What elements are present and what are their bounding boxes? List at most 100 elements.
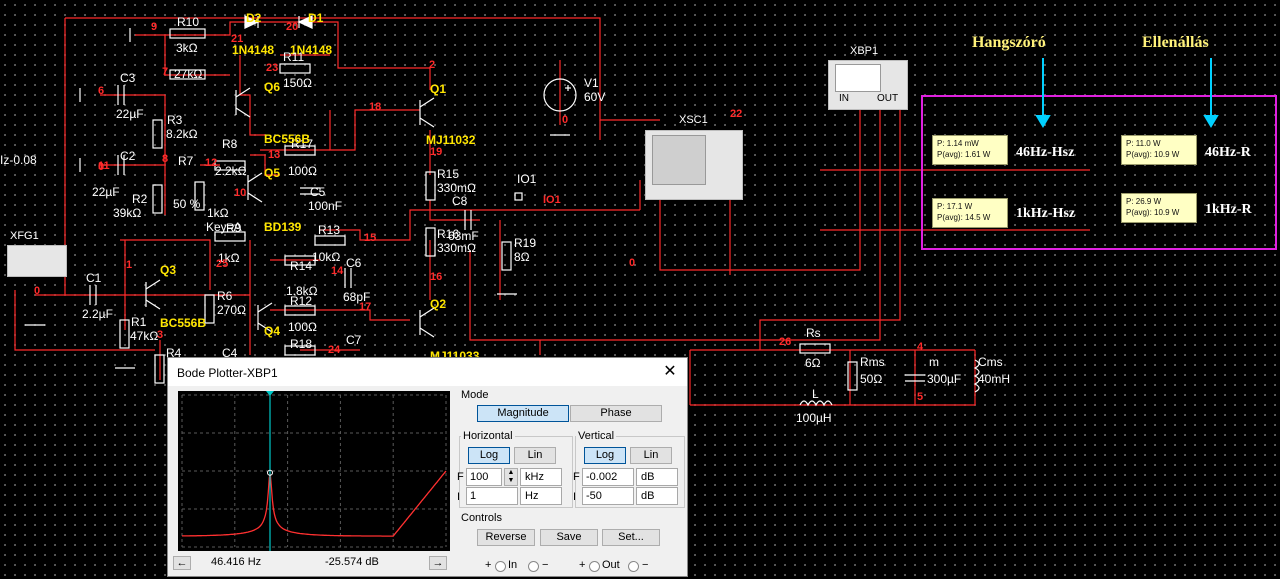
annotation-hangszoro: Hangszóró xyxy=(972,34,1046,51)
resistor-R3[interactable] xyxy=(152,119,163,149)
label-D1: D1 xyxy=(308,11,324,25)
label-Cms: Cms xyxy=(978,355,1003,369)
net-1: 1 xyxy=(126,259,133,271)
in-label: In xyxy=(508,559,518,571)
probe-46hz-r[interactable]: P: 11.0 W P(avg): 10.9 W xyxy=(1121,135,1197,165)
label-C6: C6 xyxy=(346,256,362,270)
label-C2: C2 xyxy=(120,149,136,163)
function-generator-XFG1[interactable] xyxy=(7,245,67,277)
controls-label: Controls xyxy=(461,512,502,524)
resistor-Rs[interactable] xyxy=(799,343,831,354)
resistor-R19[interactable] xyxy=(501,241,512,271)
out-minus-terminal[interactable] xyxy=(628,561,639,572)
probe-pavg: P(avg): 10.9 W xyxy=(1126,150,1180,159)
probe-label-46hz-r: 46Hz-R xyxy=(1205,145,1251,160)
probe-1khz-hsz[interactable]: P: 17.1 W P(avg): 14.5 W xyxy=(932,198,1008,228)
net-22: 22 xyxy=(730,108,743,120)
model-Q6: BC556B xyxy=(264,132,311,146)
label-R18: R18 xyxy=(290,337,313,351)
net-24: 24 xyxy=(328,344,341,356)
in-plus-terminal[interactable] xyxy=(495,561,506,572)
probe-p: P: 17.1 W xyxy=(937,202,973,211)
net-0-c: 0 xyxy=(34,285,41,297)
horizontal-final-input[interactable] xyxy=(466,468,502,486)
value-R2: 39kΩ xyxy=(113,206,142,220)
net-17: 17 xyxy=(359,301,372,313)
horizontal-log-button[interactable]: Log xyxy=(468,447,510,464)
label-Q5: Q5 xyxy=(264,166,281,180)
oscilloscope-XSC1[interactable] xyxy=(645,130,743,200)
resistor-R13[interactable] xyxy=(314,235,346,246)
close-icon[interactable]: ✕ xyxy=(657,362,683,382)
net-18: 18 xyxy=(369,101,382,113)
resistor-R10-a[interactable] xyxy=(169,28,206,39)
bode-plot-area[interactable] xyxy=(178,391,450,551)
horizontal-initial-input[interactable] xyxy=(466,487,518,505)
vertical-log-button[interactable]: Log xyxy=(584,447,626,464)
cursor-right-button[interactable]: → xyxy=(429,556,447,570)
bode-titlebar[interactable]: Bode Plotter-XBP1 ✕ xyxy=(168,358,687,386)
value-R17: 100Ω xyxy=(288,164,317,178)
net-26: 26 xyxy=(779,336,792,348)
net-0-a: 0 xyxy=(562,114,569,126)
resistor-R2[interactable] xyxy=(152,184,163,214)
resistor-R11[interactable] xyxy=(279,63,311,74)
out-label: Out xyxy=(602,559,620,571)
in-minus-label: − xyxy=(542,559,549,571)
vertical-initial-unit[interactable]: dB xyxy=(636,487,678,505)
value-Rs: 6Ω xyxy=(805,356,821,370)
in-minus-terminal[interactable] xyxy=(528,561,539,572)
label-R3: R3 xyxy=(167,113,183,127)
probe-pavg: P(avg): 1.61 W xyxy=(937,150,991,159)
net-19: 19 xyxy=(430,146,443,158)
value-R10-a: 3kΩ xyxy=(176,41,198,55)
value-V1: 60V xyxy=(584,90,606,104)
vertical-lin-button[interactable]: Lin xyxy=(630,447,672,464)
magnitude-button[interactable]: Magnitude xyxy=(477,405,569,422)
label-R2: R2 xyxy=(132,192,148,206)
out-plus-terminal[interactable] xyxy=(589,561,600,572)
vertical-final-input[interactable] xyxy=(582,468,634,486)
model-Q3: BC556B xyxy=(160,316,207,330)
label-L: L xyxy=(812,387,819,401)
horizontal-lin-button[interactable]: Lin xyxy=(514,447,556,464)
net-20: 20 xyxy=(286,21,299,33)
save-button[interactable]: Save xyxy=(540,529,598,546)
reverse-button[interactable]: Reverse xyxy=(477,529,535,546)
resistor-Rms[interactable] xyxy=(847,361,858,391)
probe-label-1khz-hsz: 1kHz-Hsz xyxy=(1016,206,1076,221)
label-D2: D2 xyxy=(246,11,262,25)
probe-46hz-hsz[interactable]: P: 1.14 mW P(avg): 1.61 W xyxy=(932,135,1008,165)
resistor-R6[interactable] xyxy=(204,294,215,324)
vertical-final-unit[interactable]: dB xyxy=(636,468,678,486)
probe-pavg: P(avg): 10.9 W xyxy=(1126,208,1180,217)
horizontal-final-unit[interactable]: kHz xyxy=(520,468,562,486)
cursor-left-button[interactable]: ← xyxy=(173,556,191,570)
vertical-initial-input[interactable] xyxy=(582,487,634,505)
horizontal-final-stepper[interactable]: ▲ ▼ xyxy=(504,468,518,486)
resistor-R15[interactable] xyxy=(425,171,436,201)
out-plus-label: + xyxy=(579,559,586,571)
horizontal-initial-unit[interactable]: Hz xyxy=(520,487,562,505)
probe-1khz-r[interactable]: P: 26.9 W P(avg): 10.9 W xyxy=(1121,193,1197,223)
magnitude-trace xyxy=(182,470,447,537)
vertical-label: Vertical xyxy=(576,430,617,442)
net-16: 16 xyxy=(430,271,443,283)
label-R9: R9 xyxy=(226,221,242,235)
label-Q4: Q4 xyxy=(264,324,281,338)
value-Cms: 40mH xyxy=(978,372,1011,386)
vertical-initial-label: I xyxy=(573,491,577,503)
net-3: 3 xyxy=(157,329,164,341)
set-button[interactable]: Set... xyxy=(602,529,660,546)
value-R11: 150Ω xyxy=(283,76,312,90)
label-Rs: Rs xyxy=(806,326,821,340)
label-C8: C8 xyxy=(452,194,468,208)
bode-plot-svg xyxy=(181,391,447,551)
probe-p: P: 1.14 mW xyxy=(937,139,979,148)
phase-button[interactable]: Phase xyxy=(570,405,662,422)
net-21: 21 xyxy=(231,33,244,45)
net-6: 6 xyxy=(98,85,105,97)
in-plus-label: + xyxy=(485,559,492,571)
bode-plotter-XBP1[interactable]: IN OUT xyxy=(828,60,908,110)
label-R1: R1 xyxy=(131,315,147,329)
